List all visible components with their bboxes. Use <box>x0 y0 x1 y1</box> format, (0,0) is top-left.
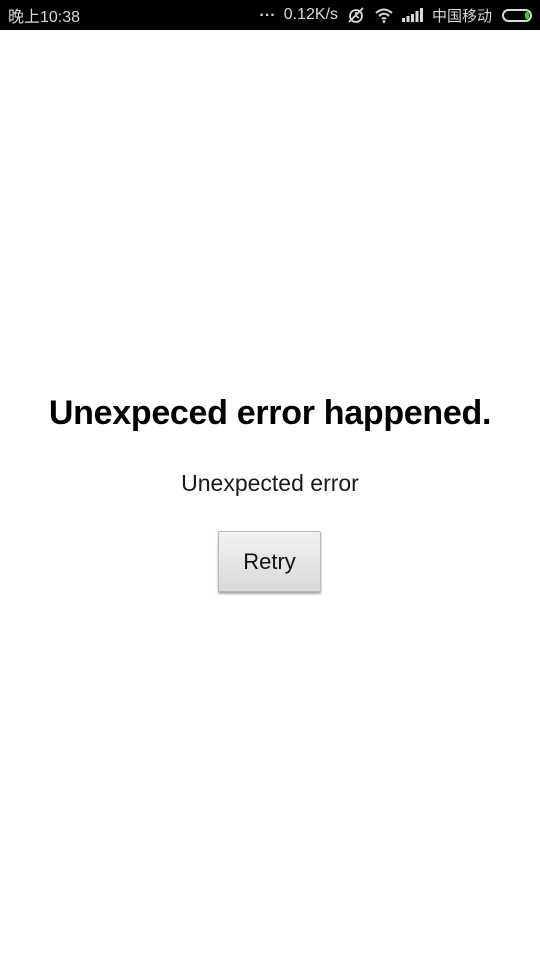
status-bar: 晚上10:38 ... 0.12K/s 中国移动 <box>0 0 540 30</box>
battery-icon <box>502 8 532 22</box>
overflow-dots: ... <box>259 3 276 20</box>
screen: 晚上10:38 ... 0.12K/s 中国移动 Unexpeced error… <box>0 0 540 960</box>
status-time: 晚上10:38 <box>8 9 81 26</box>
signal-icon <box>401 8 424 22</box>
alarm-off-icon <box>346 6 366 24</box>
error-content: Unexpeced error happened. Unexpected err… <box>0 30 540 960</box>
error-title: Unexpeced error happened. <box>48 394 492 432</box>
error-message: Unexpected error <box>181 470 359 496</box>
carrier-name: 中国移动 <box>431 7 492 25</box>
status-right: ... 0.12K/s 中国移动 <box>259 3 532 26</box>
retry-button[interactable]: Retry <box>218 531 321 592</box>
battery-level <box>525 11 529 19</box>
wifi-icon <box>374 7 394 23</box>
network-speed: 0.12K/s <box>283 6 338 23</box>
